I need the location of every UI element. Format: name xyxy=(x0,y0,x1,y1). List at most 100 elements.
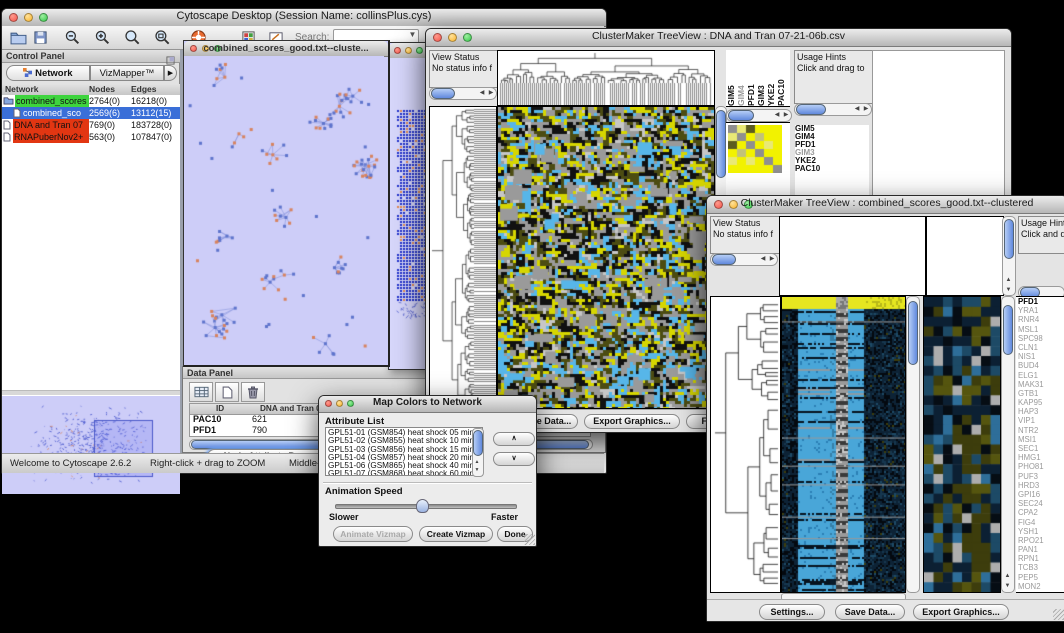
scroll-right-icon[interactable]: ▶ xyxy=(768,254,776,264)
gene-label[interactable]: MON2 xyxy=(1018,582,1064,591)
scroll-down-icon[interactable]: ▼ xyxy=(1004,285,1013,295)
gene-label[interactable]: CLN1 xyxy=(1018,343,1064,352)
scroll-thumb[interactable] xyxy=(473,430,483,456)
dialog-titlebar[interactable]: Map Colors to Network xyxy=(319,396,536,413)
scroll-thumb[interactable] xyxy=(431,88,455,99)
network-view-canvas[interactable] xyxy=(184,56,384,362)
tab-vizmapper[interactable]: VizMapper™ xyxy=(90,65,164,81)
scroll-thumb[interactable] xyxy=(1003,305,1013,355)
gene-label[interactable]: YRA1 xyxy=(1018,306,1064,315)
column-label[interactable]: GIM5 xyxy=(726,50,736,106)
gene-label[interactable]: PUF3 xyxy=(1018,472,1064,481)
resize-grip[interactable] xyxy=(524,534,535,545)
tv1-similarity-matrix[interactable] xyxy=(728,125,782,173)
gene-label[interactable]: SEC24 xyxy=(1018,499,1064,508)
scroll-right-icon[interactable]: ▶ xyxy=(487,88,495,98)
trash-icon[interactable] xyxy=(241,382,265,402)
tv1-column-dendrogram[interactable] xyxy=(497,50,715,106)
network-row[interactable]: RNAPuberNov2+ 563(0) 107847(0) xyxy=(2,131,180,143)
save-icon[interactable] xyxy=(29,28,51,48)
column-label[interactable]: PAC10 xyxy=(776,50,786,106)
gene-label[interactable]: MSI1 xyxy=(1018,435,1064,444)
gene-label[interactable]: PAN1 xyxy=(1018,545,1064,554)
gene-label[interactable]: GPI16 xyxy=(1018,490,1064,499)
gene-label[interactable]: MSL1 xyxy=(1018,325,1064,334)
search-dropdown-icon[interactable]: ▼ xyxy=(409,30,417,39)
gene-label[interactable]: HMG1 xyxy=(1018,453,1064,462)
column-label[interactable]: YKE2 xyxy=(766,50,776,106)
export-graphics-button[interactable]: Export Graphics... xyxy=(913,604,1009,620)
tv2-labels-scrollbar[interactable]: ▲ ▼ xyxy=(1002,216,1016,296)
gene-label[interactable]: VIP1 xyxy=(1018,416,1064,425)
column-label[interactable]: GIM3 xyxy=(756,50,766,106)
scroll-thumb[interactable] xyxy=(728,110,754,121)
view-status-scrollbar[interactable]: ◀ ▶ xyxy=(429,87,497,100)
zoom-fit-icon[interactable] xyxy=(151,28,173,48)
scroll-left-icon[interactable]: ◀ xyxy=(773,110,781,120)
gene-label[interactable]: MAK31 xyxy=(1018,380,1064,389)
column-label[interactable]: GIM4 xyxy=(736,50,746,106)
tab-more[interactable]: ▶ xyxy=(164,65,177,81)
create-vizmap-button[interactable]: Create Vizmap xyxy=(419,526,493,542)
scroll-left-icon[interactable]: ◀ xyxy=(853,104,861,114)
zoom-button[interactable] xyxy=(416,47,423,54)
tv2-heatmap[interactable] xyxy=(781,296,906,593)
gene-label[interactable]: HRD3 xyxy=(1018,481,1064,490)
tab-network[interactable]: Network xyxy=(6,65,90,81)
tv2-zoom-heatmap[interactable] xyxy=(923,296,1001,593)
main-titlebar[interactable]: Cytoscape Desktop (Session Name: collins… xyxy=(2,9,606,27)
overview-canvas[interactable] xyxy=(2,396,180,494)
gene-label[interactable]: SEC1 xyxy=(1018,444,1064,453)
gene-label[interactable]: SPC98 xyxy=(1018,334,1064,343)
gene-label[interactable]: RPN1 xyxy=(1018,554,1064,563)
treeview1-titlebar[interactable]: ClusterMaker TreeView : DNA and Tran 07-… xyxy=(426,29,1011,47)
column-label[interactable]: PFD1 xyxy=(746,50,756,106)
vscroll-thumb[interactable] xyxy=(908,301,918,365)
zoom-in-icon[interactable] xyxy=(91,28,113,48)
attribute-list[interactable]: GPL51-01 (GSM854) heat shock 05 minGPL51… xyxy=(325,427,483,476)
scroll-up-icon[interactable]: ▲ xyxy=(1004,275,1013,285)
gene-label[interactable]: TCB3 xyxy=(1018,563,1064,572)
gene-label[interactable]: GTB1 xyxy=(1018,389,1064,398)
gene-label[interactable]: PHO81 xyxy=(1018,462,1064,471)
speed-slider-thumb[interactable] xyxy=(416,499,429,513)
tv2-row-dendrogram[interactable] xyxy=(710,296,781,593)
gene-label[interactable]: NIS1 xyxy=(1018,352,1064,361)
tv1-heatmap[interactable] xyxy=(497,106,715,409)
animate-vizmap-button[interactable]: Animate Vizmap xyxy=(333,526,413,542)
gene-label[interactable]: CPA2 xyxy=(1018,508,1064,517)
scroll-down-icon[interactable]: ▼ xyxy=(473,465,481,475)
network-window-1-titlebar[interactable]: combined_scores_good.txt--cluste... xyxy=(184,41,388,57)
tv1-row-dendrogram[interactable] xyxy=(429,106,497,409)
scroll-right-icon[interactable]: ▶ xyxy=(862,104,870,114)
new-attribute-icon[interactable] xyxy=(215,382,239,402)
gene-label[interactable]: NTR2 xyxy=(1018,426,1064,435)
gene-label[interactable]: PFD1 xyxy=(1018,297,1064,306)
gene-label[interactable]: FIG4 xyxy=(1018,518,1064,527)
open-icon[interactable] xyxy=(7,28,29,48)
gene-label[interactable]: PEP5 xyxy=(1018,573,1064,582)
gene-label[interactable]: KAP95 xyxy=(1018,398,1064,407)
scroll-thumb[interactable] xyxy=(796,104,826,115)
tv2-vscrollbar[interactable] xyxy=(906,296,920,593)
move-down-button[interactable]: ∨ xyxy=(493,452,535,466)
tv1-labels-scrollbar[interactable]: ◀ ▶ xyxy=(726,109,792,122)
scroll-left-icon[interactable]: ◀ xyxy=(759,254,767,264)
gene-label[interactable]: PAC10 xyxy=(795,165,869,173)
gene-label[interactable]: RNR4 xyxy=(1018,315,1064,324)
scroll-thumb[interactable] xyxy=(1004,219,1014,259)
zoom-selected-icon[interactable] xyxy=(121,28,143,48)
save-data-button[interactable]: Save Data... xyxy=(835,604,905,620)
scroll-up-icon[interactable]: ▲ xyxy=(1003,571,1012,581)
scroll-right-icon[interactable]: ▶ xyxy=(782,110,790,120)
view-status-scrollbar[interactable]: ◀ ▶ xyxy=(710,253,778,266)
usage-hints-scrollbar[interactable]: ◀ ▶ xyxy=(794,103,872,116)
network-row[interactable]: combined_scores 2764(0) 16218(0) xyxy=(2,95,180,107)
tv2-zoom-scrollbar[interactable]: ▲ ▼ xyxy=(1001,296,1015,593)
export-graphics-button[interactable]: Export Graphics... xyxy=(584,414,680,429)
vscroll-thumb[interactable] xyxy=(716,110,726,178)
gene-label[interactable]: HAP3 xyxy=(1018,407,1064,416)
zoom-out-icon[interactable] xyxy=(61,28,83,48)
attribute-table-icon[interactable] xyxy=(189,382,213,402)
attribute-item[interactable]: GPL51-07 (GSM868) heat shock 60 min xyxy=(328,470,480,476)
